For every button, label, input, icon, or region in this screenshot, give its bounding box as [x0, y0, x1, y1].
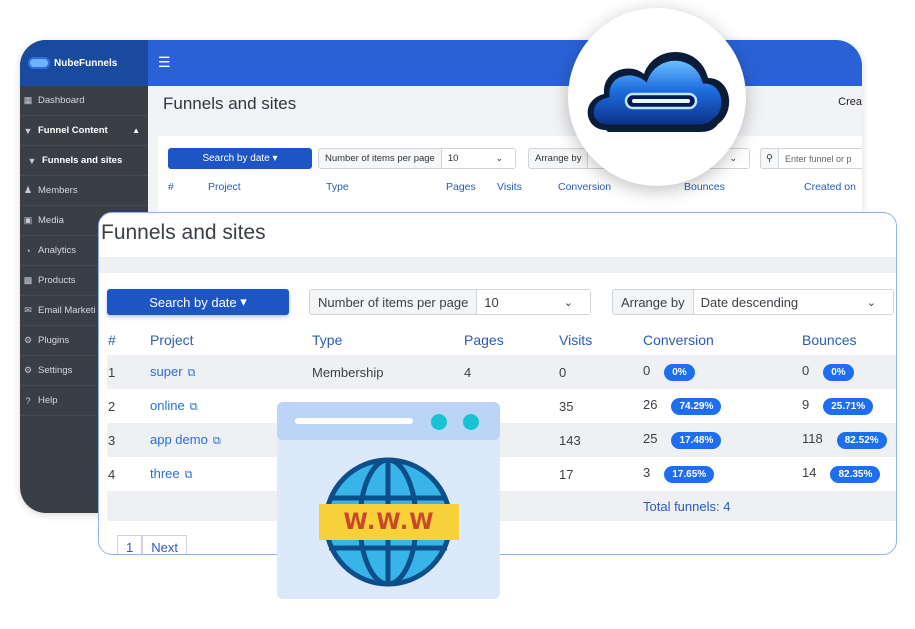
search-by-date-button[interactable]: Search by date ▾	[107, 289, 289, 315]
pagination: 1 Next	[117, 535, 187, 554]
web-browser-illustration: W.W.W	[277, 402, 500, 599]
help-icon: ?	[25, 395, 31, 406]
column-header[interactable]: Project	[208, 181, 241, 193]
www-label: W.W.W	[343, 509, 435, 535]
bounces-badge: 25.71%	[823, 398, 874, 415]
search-funnel-field[interactable]: ⚲ Enter funnel or p	[760, 148, 862, 169]
table-footer: Total funnels: 4	[107, 491, 896, 521]
funnel-icon: ▼	[23, 125, 33, 136]
bounces-badge: 82.52%	[836, 432, 887, 449]
total-funnels: Total funnels: 4	[642, 491, 896, 521]
project-link[interactable]: three	[150, 466, 180, 481]
external-link-icon[interactable]: ⧉	[188, 367, 196, 380]
top-bar: ☰	[148, 40, 862, 86]
gear-icon: ⚙	[23, 365, 33, 375]
media-icon: ▣	[23, 215, 33, 225]
items-per-page-select[interactable]: Number of items per page 10 ⌄	[309, 289, 591, 315]
column-header[interactable]: #	[107, 325, 149, 355]
conversion-badge: 74.29%	[671, 398, 722, 415]
arrange-by-select[interactable]: Arrange by Date descending ⌄	[612, 289, 894, 315]
column-header[interactable]: Type	[326, 181, 349, 193]
plugins-icon: ⚙	[23, 335, 33, 345]
chevron-down-icon: ⌄	[495, 153, 503, 163]
dashboard-icon: ▦	[23, 95, 33, 105]
sidebar-item-funnel-content[interactable]: ▼ Funnel Content ▲	[20, 116, 148, 146]
column-header[interactable]: Visits	[497, 181, 522, 193]
project-link[interactable]: super	[150, 364, 183, 379]
hamburger-menu-icon[interactable]: ☰	[158, 54, 171, 71]
caret-up-icon[interactable]: ▲	[132, 126, 140, 135]
email-icon: ✉	[24, 305, 32, 315]
page-title: Funnels and sites	[163, 94, 297, 113]
sidebar-item-dashboard[interactable]: ▦ Dashboard	[20, 86, 148, 116]
column-header[interactable]: Pages	[446, 181, 476, 193]
table-row: 1 super ⧉ Membership 4 0 0 0% 0 0%	[107, 355, 896, 389]
sidebar-item-funnels-and-sites[interactable]: ▼ Funnels and sites	[20, 146, 148, 176]
page-1-button[interactable]: 1	[117, 535, 143, 554]
external-link-icon[interactable]: ⧉	[213, 435, 221, 448]
cloud-icon	[587, 51, 730, 132]
globe-icon	[277, 402, 500, 599]
chevron-down-icon: ⌄	[563, 296, 573, 309]
next-page-button[interactable]: Next	[142, 535, 187, 554]
items-per-page-select[interactable]: Number of items per page 10 ⌄	[318, 148, 516, 169]
header-band	[99, 257, 896, 273]
funnel-icon: ▼	[27, 155, 37, 166]
table-row: 2 online ⧉ 35 26 74.29% 9 25.71%	[107, 389, 896, 423]
funnels-table: # Project Type Pages Visits Conversion Bounces…	[107, 325, 896, 521]
pie-chart-icon: ◔	[25, 245, 31, 256]
page-title: Funnels and sites	[101, 221, 266, 244]
column-header[interactable]: Project	[149, 325, 311, 355]
members-icon: ♟	[23, 185, 33, 195]
table-row: 4 three ⧉ 17 3 17.65% 14 82.35%	[107, 457, 896, 491]
bounces-badge: 0%	[823, 364, 854, 381]
logo: NubeFunnels	[20, 40, 148, 86]
table-row: 3 app demo ⧉ 143 25 17.48% 118 82.52%	[107, 423, 896, 457]
table-header: # Project Type Pages Visits Conversion Bounces	[107, 325, 896, 355]
search-by-date-button[interactable]: Search by date ▾	[168, 148, 312, 169]
create-button[interactable]: Crea	[838, 96, 862, 108]
column-header[interactable]: Type	[311, 325, 463, 355]
cloud-badge	[568, 8, 746, 186]
column-header[interactable]: #	[168, 181, 174, 193]
project-link[interactable]: app demo	[150, 432, 208, 447]
conversion-badge: 0%	[664, 364, 695, 381]
search-icon: ⚲	[761, 149, 779, 168]
column-header[interactable]: Created on	[804, 181, 856, 193]
sidebar-item-members[interactable]: ♟ Members	[20, 176, 148, 206]
bounces-badge: 82.35%	[830, 466, 881, 483]
conversion-badge: 17.48%	[671, 432, 722, 449]
products-icon: ▩	[23, 275, 33, 285]
chevron-down-icon: ⌄	[866, 296, 876, 309]
conversion-badge: 17.65%	[664, 466, 715, 483]
column-header[interactable]: Visits	[558, 325, 642, 355]
project-link[interactable]: online	[150, 398, 185, 413]
column-header[interactable]: Pages	[463, 325, 558, 355]
column-header[interactable]: Conversion	[642, 325, 801, 355]
column-header[interactable]: Bounces	[801, 325, 896, 355]
external-link-icon[interactable]: ⧉	[185, 469, 193, 482]
cloud-logo-icon	[28, 57, 50, 69]
external-link-icon[interactable]: ⧉	[190, 401, 198, 414]
